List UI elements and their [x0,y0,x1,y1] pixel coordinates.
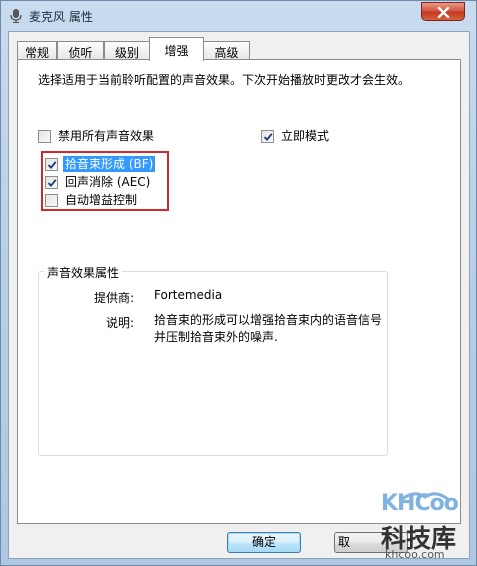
tab-levels[interactable]: 级别 [104,41,150,60]
checkbox-label: 拾音束形成 (BF) [63,156,156,172]
tab-enhancements[interactable]: 增强 [149,37,204,61]
effect-auto-gain-checkbox[interactable]: 自动增益控制 [45,192,139,208]
watermark-url: khcoo.com [385,548,445,561]
tab-advanced[interactable]: 高级 [203,41,250,60]
tab-listen[interactable]: 侦听 [57,41,104,60]
disable-all-effects-checkbox[interactable]: 禁用所有声音效果 [38,128,156,144]
checkbox-box[interactable] [38,129,51,143]
checkmark-icon [47,178,57,187]
enhancement-description: 选择适用于当前聆听配置的声音效果。下次开始播放时更改才会生效。 [38,73,411,87]
provider-value: Fortemedia [154,288,223,302]
microphone-icon [10,9,22,23]
close-button[interactable] [421,2,465,21]
effect-desc-line-1: 拾音束的形成可以增强拾音束内的语音信号 [154,313,383,327]
checkbox-box[interactable] [45,175,58,189]
checkbox-label: 自动增益控制 [65,193,138,207]
immediate-mode-checkbox[interactable]: 立即模式 [261,128,331,144]
enhancements-panel: 选择适用于当前聆听配置的声音效果。下次开始播放时更改才会生效。 禁用所有声音效果… [17,59,461,524]
window-title: 麦克风 属性 [29,10,93,24]
checkbox-box[interactable] [45,157,58,171]
checkbox-box[interactable] [261,129,274,143]
effect-echo-cancellation-checkbox[interactable]: 回声消除 (AEC) [45,174,152,190]
close-icon [437,7,450,18]
provider-label: 提供商: [94,291,135,305]
properties-window: 麦克风 属性 常规 侦听 级别 增强 高级 选择适用于当前聆听配置的声音效果。下… [0,0,477,566]
effect-desc-line-2: 并压制拾音束外的噪声. [154,330,278,344]
checkbox-label: 禁用所有声音效果 [58,129,155,143]
dialog-client: 常规 侦听 级别 增强 高级 选择适用于当前聆听配置的声音效果。下次开始播放时更… [8,31,470,559]
checkbox-label: 立即模式 [281,129,330,143]
watermark-logo-text: KHCoo [381,491,459,516]
checkmark-icon [47,160,57,169]
ok-button[interactable]: 确定 [227,532,301,553]
effect-desc-label: 说明: [106,316,135,330]
watermark: KHCoo 科技库 khcoo.com [371,483,475,565]
title-bar[interactable]: 麦克风 属性 [1,1,476,31]
effect-properties-title: 声音效果属性 [44,264,123,281]
effect-beamforming-checkbox[interactable]: 拾音束形成 (BF) [45,156,156,172]
checkbox-label: 回声消除 (AEC) [65,175,151,189]
tab-general[interactable]: 常规 [17,41,57,60]
checkbox-box[interactable] [45,193,58,207]
checkmark-icon [263,132,273,141]
